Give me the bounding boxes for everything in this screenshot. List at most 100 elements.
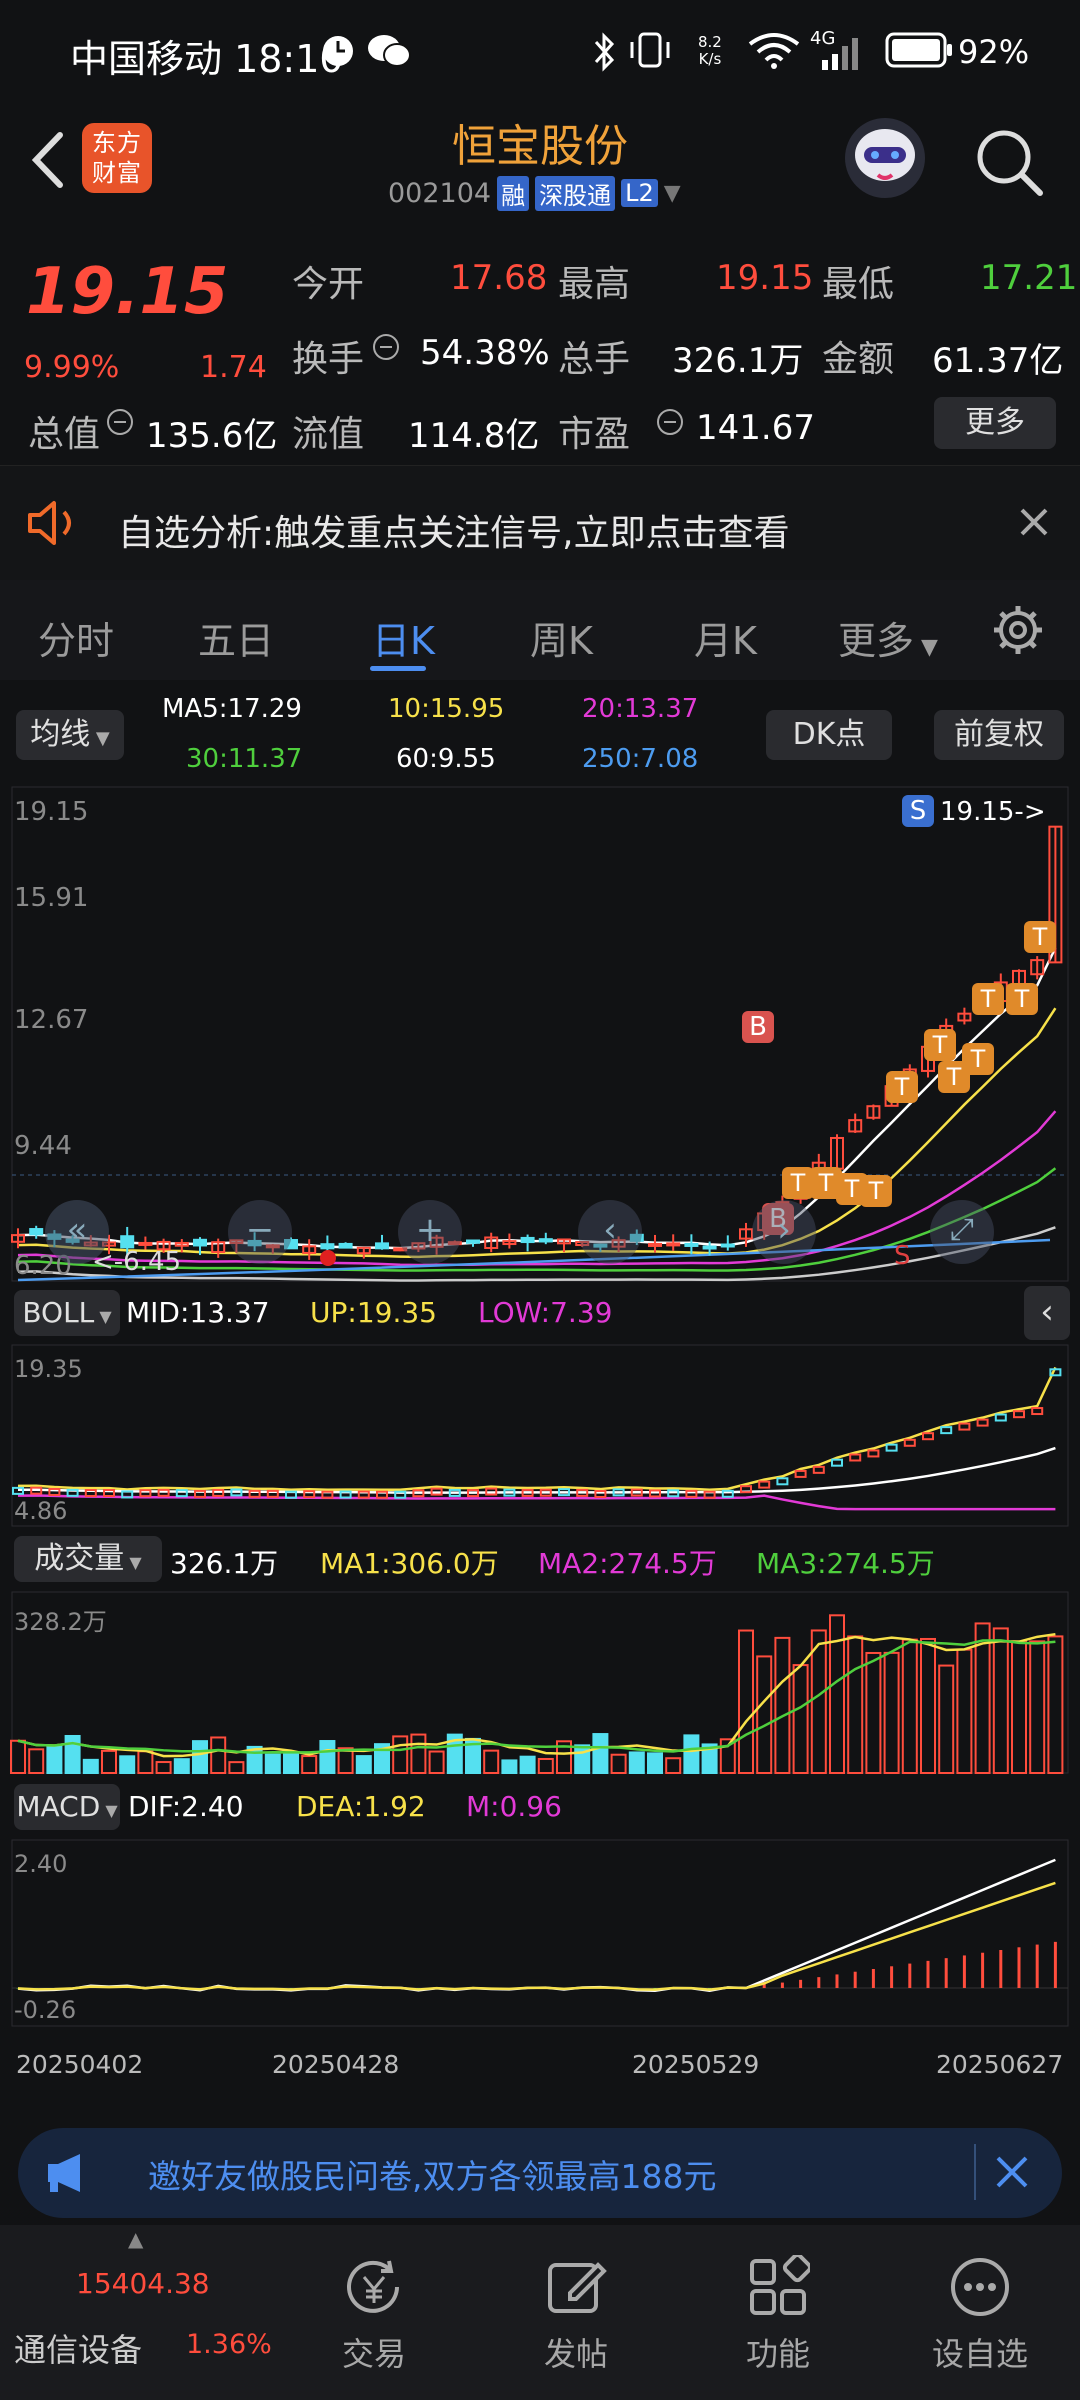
fullscreen-icon[interactable]: ⤢ bbox=[930, 1200, 994, 1264]
boll-chart[interactable]: 19.35 4.86 bbox=[0, 1343, 1080, 1528]
collapse-panel-icon[interactable]: ‹ bbox=[1024, 1286, 1070, 1340]
close-icon[interactable] bbox=[1016, 504, 1052, 544]
amount-label: 金额 bbox=[822, 339, 895, 380]
t-signal-tag[interactable]: T bbox=[860, 1175, 892, 1207]
t-signal-tag[interactable]: T bbox=[924, 1029, 956, 1061]
tab-monthly-k[interactable]: 月K bbox=[694, 610, 757, 665]
macd-dif: DIF:2.40 bbox=[128, 1790, 244, 1823]
amount-value: 61.37亿 bbox=[932, 341, 1064, 381]
volume-bar bbox=[428, 1750, 445, 1775]
quote-panel: 19.15 9.99% 1.74 今开 17.68 最高 19.15 最低 17… bbox=[0, 225, 1080, 460]
promo-banner[interactable]: 邀好友做股民问卷,双方各领最高188元 bbox=[18, 2128, 1062, 2218]
divider bbox=[974, 2144, 976, 2200]
kline-chart[interactable]: 19.15 15.91 12.67 9.44 6.20 <-6.45 S 19.… bbox=[0, 785, 1080, 1285]
candle-body bbox=[520, 1236, 535, 1244]
tab-weekly-k[interactable]: 周K bbox=[530, 610, 593, 665]
boll-candle bbox=[758, 1480, 771, 1489]
tab-watchlist[interactable]: 设自选 bbox=[880, 2225, 1080, 2375]
tab-daily-k[interactable]: 日K bbox=[372, 610, 435, 665]
macd-chart[interactable]: 2.40 -0.26 bbox=[0, 1838, 1080, 2028]
volume-bar bbox=[319, 1740, 336, 1775]
gear-icon[interactable] bbox=[990, 602, 1046, 662]
boll-up: UP:19.35 bbox=[310, 1296, 437, 1329]
candle-body bbox=[666, 1242, 681, 1247]
close-icon[interactable] bbox=[992, 2152, 1032, 2196]
float-value: 114.8亿 bbox=[408, 416, 540, 456]
expand-up-icon[interactable]: ▲ bbox=[128, 2227, 143, 2251]
boll-candle bbox=[194, 1489, 206, 1498]
boll-candle bbox=[1031, 1407, 1044, 1416]
speaker-icon bbox=[26, 498, 82, 552]
volume-svg bbox=[10, 1591, 1069, 1775]
volume-bar bbox=[1029, 1640, 1046, 1774]
tab-five-day[interactable]: 五日 bbox=[198, 610, 274, 665]
info-icon[interactable] bbox=[656, 408, 684, 440]
back-button[interactable] bbox=[22, 125, 72, 199]
t-signal-tag[interactable]: T bbox=[938, 1061, 970, 1093]
boll-candle bbox=[66, 1488, 79, 1497]
index-widget[interactable]: ▲ 15404.38 通信设备 1.36% bbox=[0, 2225, 280, 2400]
robot-assistant-icon[interactable] bbox=[842, 115, 928, 205]
tab-post[interactable]: 发帖 bbox=[476, 2225, 676, 2375]
volume-bar bbox=[483, 1749, 500, 1775]
boll-candle bbox=[867, 1449, 880, 1458]
sell-signal-tag[interactable]: S bbox=[902, 795, 934, 827]
dk-point-button[interactable]: DK点 bbox=[766, 710, 892, 760]
tab-functions[interactable]: 功能 bbox=[678, 2225, 878, 2375]
step-left-icon[interactable]: ‹ bbox=[578, 1200, 642, 1264]
volume-bar bbox=[792, 1664, 809, 1774]
candle-body bbox=[648, 1242, 662, 1247]
volume-chart[interactable]: 328.2万 bbox=[0, 1590, 1080, 1775]
zoom-in-icon[interactable]: + bbox=[398, 1200, 462, 1264]
date-axis: 20250402 20250428 20250529 20250627 bbox=[0, 2030, 1080, 2090]
expand-triangle-icon[interactable]: ▼ bbox=[664, 181, 681, 206]
step-right-icon[interactable]: › bbox=[752, 1200, 816, 1264]
buy-signal-tag[interactable]: B bbox=[742, 1011, 774, 1043]
candle-body bbox=[138, 1241, 153, 1246]
volume-bar bbox=[392, 1735, 409, 1774]
macd-selector[interactable]: MACD ▼ bbox=[14, 1784, 120, 1830]
t-signal-tag[interactable]: T bbox=[1024, 921, 1056, 953]
candle-body bbox=[702, 1245, 717, 1250]
volume-bar bbox=[301, 1755, 318, 1775]
battery-percent: 92% bbox=[958, 33, 1030, 71]
tab-more[interactable]: 更多 ▼ bbox=[838, 610, 938, 665]
boll-selector[interactable]: BOLL ▼ bbox=[14, 1290, 120, 1336]
date-label: 20250529 bbox=[632, 2050, 760, 2079]
scroll-left-icon[interactable]: « bbox=[45, 1200, 109, 1264]
more-button[interactable]: 更多 bbox=[934, 397, 1056, 449]
zoom-out-icon[interactable]: − bbox=[228, 1200, 292, 1264]
net-speed: 8.2 K/s bbox=[698, 33, 722, 68]
boll-candle bbox=[321, 1490, 334, 1499]
t-signal-tag[interactable]: T bbox=[886, 1071, 918, 1103]
boll-candle bbox=[994, 1413, 1007, 1422]
adjust-button[interactable]: 前复权 bbox=[934, 710, 1064, 760]
boll-candle bbox=[740, 1485, 752, 1494]
tab-trade[interactable]: 交易 bbox=[274, 2225, 474, 2375]
boll-candle bbox=[266, 1489, 279, 1498]
indicator-selector[interactable]: 均线 ▼ bbox=[16, 710, 124, 760]
level2-badge: L2 bbox=[621, 179, 658, 207]
info-icon[interactable] bbox=[372, 333, 400, 365]
margin-badge: 融 bbox=[497, 175, 530, 211]
boll-candle bbox=[685, 1489, 698, 1498]
volume-bar bbox=[355, 1755, 372, 1775]
macd-dea-line bbox=[17, 1881, 1056, 1991]
boll-candle bbox=[794, 1469, 807, 1478]
volume-bar bbox=[137, 1750, 154, 1775]
info-icon[interactable] bbox=[106, 408, 134, 440]
notice-bar[interactable]: 自选分析:触发重点关注信号,立即点击查看 bbox=[0, 465, 1080, 582]
boll-candle bbox=[339, 1490, 352, 1499]
search-icon[interactable] bbox=[972, 125, 1048, 205]
y-label-top: 19.15 bbox=[14, 797, 89, 827]
boll-candle bbox=[594, 1489, 607, 1498]
volume-bar bbox=[210, 1736, 227, 1774]
low-label: 最低 bbox=[822, 264, 895, 305]
t-signal-tag[interactable]: T bbox=[972, 983, 1004, 1015]
wifi-icon bbox=[746, 30, 802, 74]
volume-selector[interactable]: 成交量 ▼ bbox=[14, 1536, 162, 1582]
t-signal-tag[interactable]: T bbox=[1006, 983, 1038, 1015]
tab-functions-label: 功能 bbox=[745, 2335, 810, 2373]
macd-dea: DEA:1.92 bbox=[296, 1790, 426, 1823]
tab-intraday[interactable]: 分时 bbox=[38, 610, 114, 665]
